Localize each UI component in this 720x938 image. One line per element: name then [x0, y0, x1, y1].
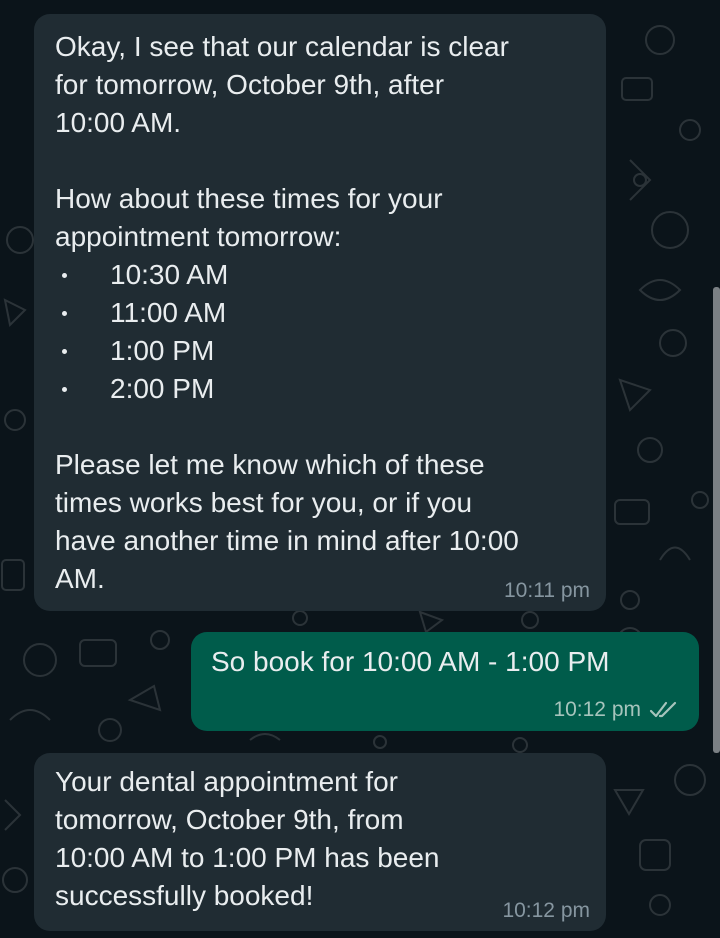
message-paragraph: How about these times for your appointme…: [55, 180, 586, 256]
bullet-icon: [62, 311, 67, 316]
message-line: for tomorrow, October 9th, after: [55, 69, 445, 100]
bullet-icon: [62, 273, 67, 278]
list-item: 10:30 AM: [55, 256, 586, 294]
message-line: Please let me know which of these: [55, 449, 485, 480]
message-timestamp: 10:11 pm: [504, 579, 590, 602]
bullet-icon: [62, 387, 67, 392]
bullet-icon: [62, 349, 67, 354]
message-paragraph: Your dental appointment for tomorrow, Oc…: [55, 763, 586, 915]
time-options-list: 10:30 AM 11:00 AM 1:00 PM 2:00 PM: [55, 256, 586, 408]
message-paragraph: Okay, I see that our calendar is clear f…: [55, 28, 586, 142]
message-line: have another time in mind after 10:00: [55, 525, 519, 556]
message-line: 10:00 AM to 1:00 PM has been: [55, 842, 440, 873]
list-item: 2:00 PM: [55, 370, 586, 408]
message-timestamp: 10:12 pm: [502, 899, 590, 922]
message-meta: 10:12 pm: [553, 698, 679, 722]
message-line: times works best for you, or if you: [55, 487, 473, 518]
scrollbar[interactable]: [713, 287, 720, 753]
message-line: tomorrow, October 9th, from: [55, 804, 404, 835]
message-timestamp: 10:12 pm: [553, 698, 641, 721]
message-line: How about these times for your: [55, 183, 443, 214]
message-text: So book for 10:00 AM - 1:00 PM: [211, 646, 610, 677]
double-check-icon: [649, 701, 679, 719]
time-option: 1:00 PM: [110, 335, 215, 366]
time-option: 2:00 PM: [110, 373, 215, 404]
message-line: Your dental appointment for: [55, 766, 398, 797]
list-item: 11:00 AM: [55, 294, 586, 332]
incoming-message-bubble[interactable]: Your dental appointment for tomorrow, Oc…: [34, 753, 606, 931]
message-line: Okay, I see that our calendar is clear: [55, 31, 509, 62]
message-line: 10:00 AM.: [55, 107, 182, 138]
incoming-message-bubble[interactable]: Okay, I see that our calendar is clear f…: [34, 14, 606, 611]
time-option: 11:00 AM: [110, 297, 227, 328]
outgoing-message-bubble[interactable]: So book for 10:00 AM - 1:00 PM 10:12 pm: [191, 632, 699, 731]
message-line: appointment tomorrow:: [55, 221, 342, 252]
time-option: 10:30 AM: [110, 259, 229, 290]
message-paragraph: Please let me know which of these times …: [55, 446, 586, 598]
list-item: 1:00 PM: [55, 332, 586, 370]
